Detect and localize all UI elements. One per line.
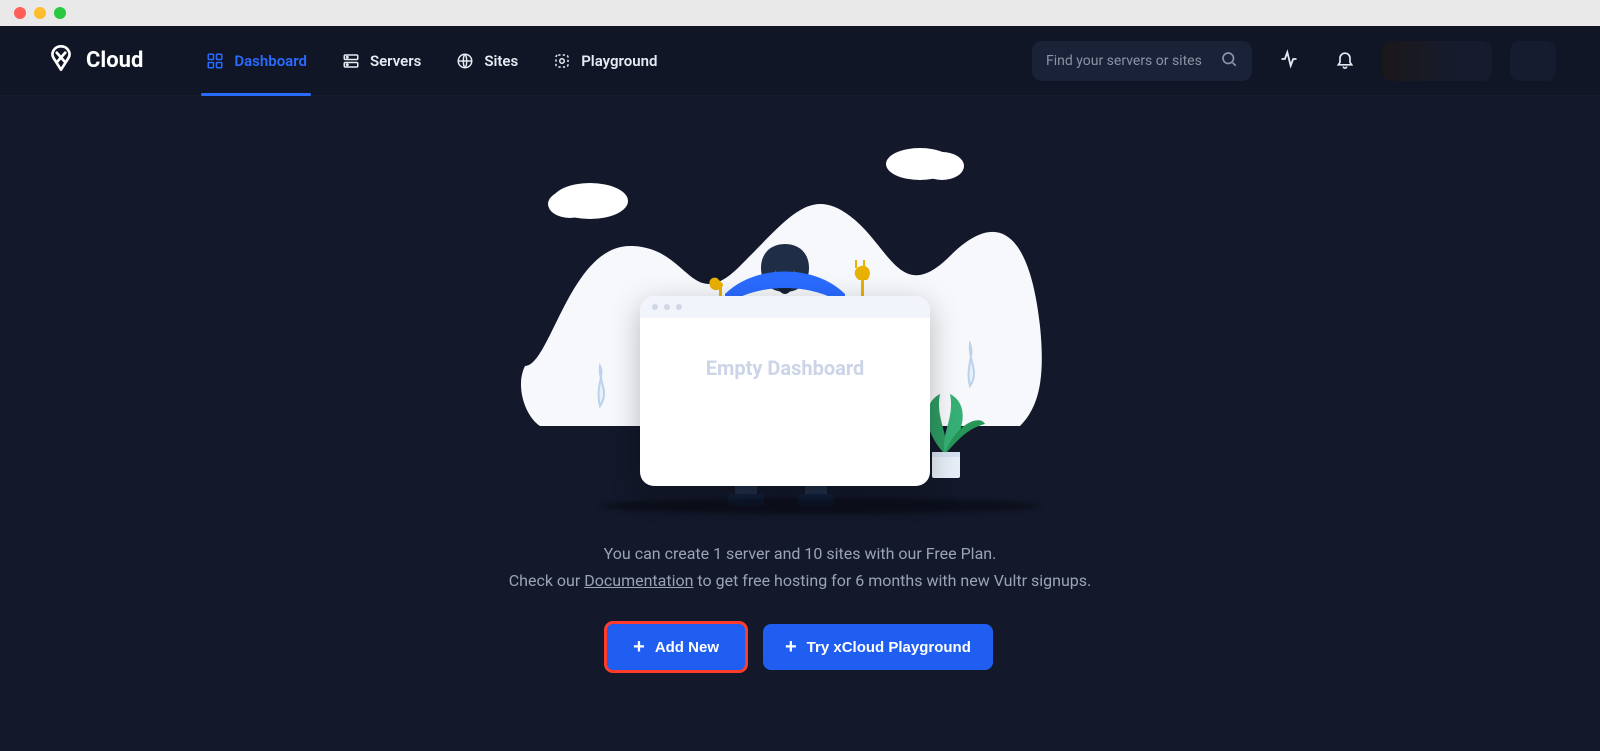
playground-icon (552, 51, 572, 71)
window-close-button[interactable] (14, 7, 26, 19)
empty-state-illustration: Empty Dashboard (480, 126, 1120, 526)
header-actions: Find your servers or sites (1032, 41, 1556, 81)
card-header-dots (640, 296, 930, 318)
activity-icon (1279, 49, 1299, 73)
cta-row: + Add New + Try xCloud Playground (607, 624, 993, 670)
try-playground-label: Try xCloud Playground (807, 639, 971, 656)
brand-logo[interactable]: Cloud (44, 41, 143, 81)
desc-line-1: You can create 1 server and 10 sites wit… (509, 540, 1092, 567)
try-playground-button[interactable]: + Try xCloud Playground (763, 624, 993, 670)
window-zoom-button[interactable] (54, 7, 66, 19)
nav-playground-label: Playground (581, 52, 657, 70)
brand-logo-icon (44, 41, 78, 81)
window-minimize-button[interactable] (34, 7, 46, 19)
search-placeholder: Find your servers or sites (1046, 53, 1210, 69)
illustration-shadow (600, 498, 1040, 514)
brand-name: Cloud (86, 48, 143, 73)
profile-area[interactable] (1382, 41, 1492, 81)
search-input[interactable]: Find your servers or sites (1032, 41, 1252, 81)
app-root: Cloud Dashboard Ser (0, 26, 1600, 751)
app-header: Cloud Dashboard Ser (0, 26, 1600, 96)
documentation-link[interactable]: Documentation (584, 571, 693, 590)
add-new-label: Add New (655, 639, 719, 656)
nav-sites-label: Sites (484, 52, 518, 70)
add-new-button[interactable]: + Add New (607, 624, 745, 670)
empty-state-description: You can create 1 server and 10 sites wit… (509, 540, 1092, 594)
main-content: Empty Dashboard You can create 1 server … (0, 96, 1600, 751)
empty-dashboard-card: Empty Dashboard (640, 296, 930, 486)
globe-icon (455, 51, 475, 71)
empty-dashboard-title: Empty Dashboard (640, 356, 930, 380)
nav-servers[interactable]: Servers (339, 26, 423, 95)
dashboard-icon (205, 51, 225, 71)
bell-icon (1335, 49, 1355, 73)
primary-nav: Dashboard Servers Site (203, 26, 659, 95)
nav-dashboard-label: Dashboard (234, 52, 307, 70)
nav-sites[interactable]: Sites (453, 26, 520, 95)
nav-playground[interactable]: Playground (550, 26, 659, 95)
notifications-button[interactable] (1326, 42, 1364, 80)
search-icon (1220, 50, 1238, 72)
window-titlebar (0, 0, 1600, 26)
servers-icon (341, 51, 361, 71)
nav-dashboard[interactable]: Dashboard (203, 26, 309, 95)
nav-servers-label: Servers (370, 52, 421, 70)
activity-button[interactable] (1270, 42, 1308, 80)
header-extra-button[interactable] (1510, 41, 1556, 81)
desc-line-2: Check our Documentation to get free host… (509, 567, 1092, 594)
